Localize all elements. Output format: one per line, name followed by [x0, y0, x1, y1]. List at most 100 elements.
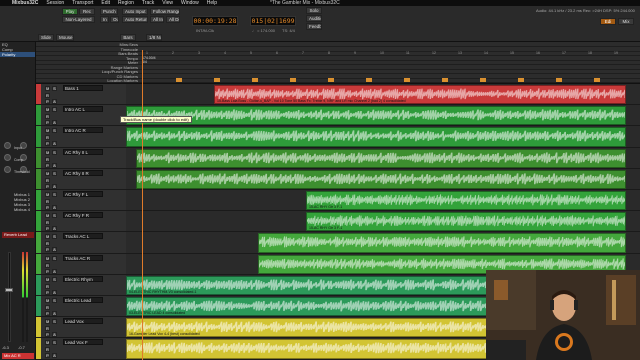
- playlist-button[interactable]: P: [45, 99, 50, 104]
- mute-button[interactable]: M: [45, 340, 50, 346]
- location-marker[interactable]: [328, 78, 334, 82]
- playlist-button[interactable]: P: [45, 120, 50, 126]
- track-header[interactable]: M S R P A AC Rhy II L: [36, 147, 126, 169]
- rec-arm-button[interactable]: R: [45, 241, 50, 247]
- playlist-button[interactable]: P: [45, 289, 50, 295]
- gain-fader[interactable]: [5, 288, 13, 292]
- track-header[interactable]: M S R P A Electric Rhym: [36, 274, 126, 296]
- automation-button[interactable]: A: [52, 289, 57, 295]
- location-marker[interactable]: [594, 78, 600, 82]
- solo-button[interactable]: S: [52, 298, 57, 303]
- track-name-field[interactable]: Bass 1: [63, 85, 103, 91]
- track-header[interactable]: M S R P A Intro AC R: [36, 126, 126, 148]
- track-header[interactable]: M S R P A Electric Lead: [36, 296, 126, 318]
- strip-name-button[interactable]: Mix AC R: [2, 353, 34, 359]
- rec-arm-button[interactable]: R: [45, 199, 50, 204]
- track-header[interactable]: M S R P A Lead Vox: [36, 317, 126, 339]
- rec-button[interactable]: Rec: [79, 8, 95, 15]
- location-marker[interactable]: [252, 78, 258, 82]
- track-header[interactable]: M S R P A AC Rhy F R: [36, 211, 126, 233]
- track-header[interactable]: M S R P A Bass 1: [36, 84, 126, 106]
- track-name-field[interactable]: Lead Vox F: [63, 339, 103, 346]
- track-lane[interactable]: 15-AC RHY Gtr 3 F-1: [126, 211, 640, 233]
- audio-region[interactable]: 15-Bass Lala Boss - Guitar-o_BAP - Vol 1…: [214, 85, 626, 105]
- track-header[interactable]: M S R P A AC Rhy II R: [36, 168, 126, 190]
- mute-button[interactable]: M: [45, 298, 50, 303]
- automation-button[interactable]: A: [52, 183, 57, 189]
- automation-button[interactable]: A: [52, 247, 57, 253]
- solo-button[interactable]: S: [52, 276, 57, 282]
- mute-button[interactable]: M: [45, 319, 50, 325]
- solo-button[interactable]: S: [52, 86, 57, 91]
- playlist-button[interactable]: P: [45, 332, 50, 338]
- location-marker[interactable]: [556, 78, 562, 82]
- rec-arm-button[interactable]: R: [45, 156, 50, 162]
- track-name-field[interactable]: Lead Vox: [63, 318, 103, 325]
- threshold-knob[interactable]: [4, 166, 11, 173]
- rec-arm-button[interactable]: R: [45, 135, 50, 141]
- playlist-button[interactable]: P: [45, 205, 50, 210]
- follow-range-button[interactable]: Follow Range: [150, 8, 180, 15]
- solo-button[interactable]: S: [52, 340, 57, 346]
- automation-button[interactable]: A: [52, 141, 57, 147]
- solo-button[interactable]: S: [52, 170, 57, 176]
- auto-input-button[interactable]: Auto Input: [122, 8, 148, 15]
- playhead[interactable]: [142, 50, 143, 360]
- rec-arm-button[interactable]: R: [45, 305, 50, 310]
- track-name-field[interactable]: AC Rhy F L: [63, 191, 103, 197]
- rec-arm-button[interactable]: R: [45, 347, 50, 353]
- primary-clock[interactable]: 00:00:19:28: [192, 16, 238, 26]
- track-lane[interactable]: 15-AC RHY Gtr 3 F-1: [126, 190, 640, 212]
- solo-button[interactable]: S: [52, 255, 57, 261]
- mute-button[interactable]: M: [45, 276, 50, 282]
- rec-arm-button[interactable]: R: [45, 93, 50, 98]
- track-header[interactable]: M S R P A Intro AC L: [36, 105, 126, 127]
- automation-button[interactable]: A: [52, 332, 57, 338]
- tempo-marker[interactable]: 174.00/4: [142, 56, 156, 60]
- location-marker[interactable]: [176, 78, 182, 82]
- automation-button[interactable]: A: [52, 311, 57, 316]
- automation-button[interactable]: A: [52, 205, 57, 210]
- rec-arm-button[interactable]: R: [45, 114, 50, 120]
- mute-button[interactable]: M: [45, 255, 50, 261]
- mute-button[interactable]: M: [45, 234, 50, 240]
- input-knob[interactable]: [4, 142, 11, 149]
- strip-polarity-tab[interactable]: Polarity: [0, 52, 35, 57]
- track-name-field[interactable]: AC Rhy F R: [63, 212, 103, 219]
- track-name-field[interactable]: Electric Rhym: [63, 275, 103, 282]
- location-marker[interactable]: [404, 78, 410, 82]
- track-header[interactable]: M S R P A Tracks AC R: [36, 253, 126, 275]
- mute-button[interactable]: M: [45, 128, 50, 134]
- audition-button[interactable]: Audition: [306, 15, 322, 22]
- mute-button[interactable]: M: [45, 149, 50, 155]
- track-name-field[interactable]: Tracks AC L: [63, 233, 103, 240]
- location-marker[interactable]: [290, 78, 296, 82]
- rec-arm-button[interactable]: R: [45, 283, 50, 289]
- track-name-field[interactable]: AC Rhy II L: [63, 148, 103, 155]
- solo-button[interactable]: S: [52, 128, 57, 134]
- mixer-window-button[interactable]: Mix: [618, 18, 634, 25]
- fx-slot[interactable]: Reverb Lead: [2, 232, 34, 238]
- location-marker[interactable]: [518, 78, 524, 82]
- track-lane[interactable]: [126, 147, 640, 169]
- ruler-row[interactable]: Location Markers: [36, 78, 640, 83]
- auto-return-button[interactable]: Auto Return: [122, 16, 148, 23]
- mixbus-4-send[interactable]: Mixbus 4: [12, 207, 34, 212]
- playlist-button[interactable]: P: [45, 162, 50, 168]
- rec-arm-button[interactable]: R: [45, 220, 50, 226]
- non-layered-button[interactable]: Non-Layered: [62, 16, 95, 23]
- play-button[interactable]: Play: [62, 8, 78, 15]
- all-in-button[interactable]: All In: [150, 16, 164, 23]
- solo-button[interactable]: S: [52, 234, 57, 240]
- playlist-button[interactable]: P: [45, 226, 50, 232]
- audio-region[interactable]: [258, 233, 626, 253]
- automation-button[interactable]: A: [52, 99, 57, 104]
- solo-button[interactable]: S: [52, 192, 57, 197]
- track-name-field[interactable]: Electric Lead: [63, 297, 103, 303]
- rec-arm-button[interactable]: R: [45, 177, 50, 183]
- mute-button[interactable]: M: [45, 107, 50, 113]
- editor-window-button[interactable]: Edi: [600, 18, 616, 25]
- track-name-field[interactable]: Intro AC L: [63, 106, 103, 113]
- mute-button[interactable]: M: [45, 192, 50, 197]
- grid-mode-select[interactable]: 1/8 Note: [146, 34, 162, 41]
